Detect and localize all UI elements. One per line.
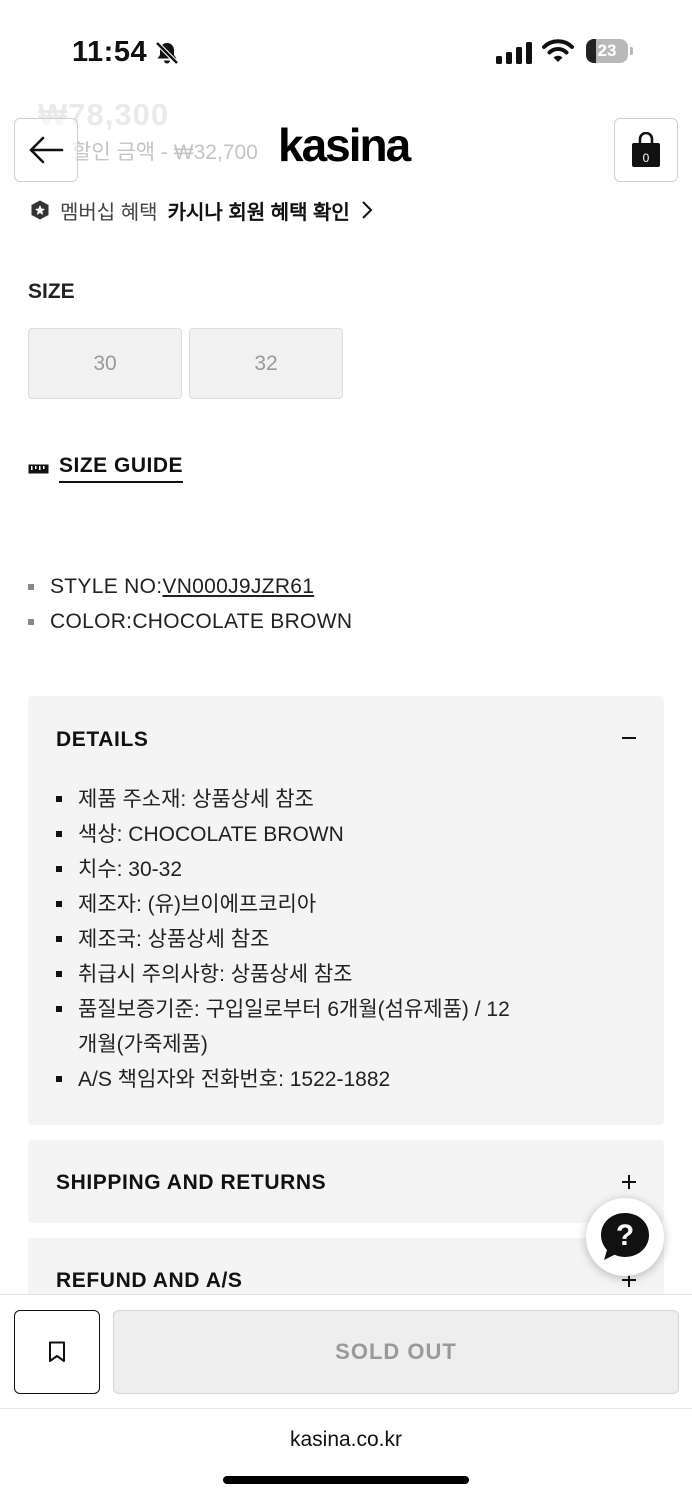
bookmark-button[interactable]	[14, 1310, 100, 1394]
browser-url[interactable]: kasina.co.kr	[0, 1428, 692, 1452]
list-item: 취급시 주의사항: 상품상세 참조	[56, 957, 516, 992]
membership-label: 멤버십 혜택	[60, 201, 158, 224]
style-number-label: STYLE NO:	[50, 575, 163, 598]
membership-link[interactable]: 카시나 회원 혜택 확인	[168, 196, 350, 225]
color-label: COLOR:	[50, 610, 133, 633]
cart-count: 0	[643, 151, 650, 165]
list-item: A/S 책임자와 전화번호: 1522-1882	[56, 1062, 516, 1097]
list-item: 제조자: (유)브이에프코리아	[56, 887, 516, 922]
shopping-bag-icon: 0	[632, 132, 660, 167]
cellular-signal-icon	[496, 42, 532, 64]
list-item: 제품 주소재: 상품상세 참조	[56, 782, 516, 817]
chevron-right-icon	[362, 201, 373, 219]
wifi-icon	[542, 39, 574, 62]
browser-divider	[0, 1408, 692, 1409]
color-row: COLOR: CHOCOLATE BROWN	[28, 610, 352, 634]
size-option-30[interactable]: 30	[28, 328, 182, 399]
home-indicator[interactable]	[223, 1476, 469, 1484]
expand-plus-icon[interactable]	[620, 1173, 638, 1191]
color-value: CHOCOLATE BROWN	[132, 610, 353, 633]
battery-icon: 23	[586, 39, 634, 63]
collapse-minus-icon[interactable]	[620, 729, 638, 747]
size-guide-label: SIZE GUIDE	[59, 454, 184, 483]
size-option-32[interactable]: 32	[189, 328, 343, 399]
membership-badge-icon	[31, 200, 49, 220]
status-time: 11:54	[72, 36, 148, 68]
faded-discount-amount: 할인 금액 - ₩32,700	[72, 141, 258, 164]
cart-button[interactable]: 0	[614, 118, 678, 182]
style-number-value[interactable]: VN000J9JZR61	[162, 575, 314, 599]
back-arrow-icon	[29, 136, 64, 164]
back-button[interactable]	[14, 118, 78, 182]
list-item: 색상: CHOCOLATE BROWN	[56, 817, 516, 852]
kasina-logo[interactable]: kasina	[278, 118, 411, 172]
membership-benefit-row[interactable]: 멤버십 혜택 카시나 회원 혜택 확인	[30, 196, 374, 224]
sold-out-button[interactable]: SOLD OUT	[113, 1310, 679, 1394]
shipping-title[interactable]: SHIPPING AND RETURNS	[56, 1171, 326, 1195]
list-item: 치수: 30-32	[56, 852, 516, 887]
size-guide-link[interactable]: SIZE GUIDE	[28, 454, 184, 483]
bookmark-icon	[49, 1341, 65, 1362]
style-number-row: STYLE NO: VN000J9JZR61	[28, 575, 314, 599]
details-list: 제품 주소재: 상품상세 참조 색상: CHOCOLATE BROWN 치수: …	[56, 782, 516, 1097]
refund-title[interactable]: REFUND AND A/S	[56, 1269, 243, 1293]
details-title[interactable]: DETAILS	[56, 728, 148, 752]
bell-slash-icon	[155, 41, 179, 65]
details-accordion: DETAILS 제품 주소재: 상품상세 참조 색상: CHOCOLATE BR…	[28, 696, 664, 1125]
list-item: 품질보증기준: 구입일로부터 6개월(섬유제품) / 12개월(가죽제품)	[56, 992, 516, 1062]
size-heading: SIZE	[28, 280, 75, 303]
ruler-icon	[28, 464, 49, 473]
list-item: 제조국: 상품상세 참조	[56, 922, 516, 957]
battery-percent: 23	[597, 41, 617, 60]
help-chat-icon: ?	[601, 1213, 649, 1260]
shipping-accordion[interactable]: SHIPPING AND RETURNS	[28, 1140, 664, 1223]
svg-text:?: ?	[616, 1219, 634, 1252]
help-chat-button[interactable]: ?	[586, 1198, 664, 1276]
